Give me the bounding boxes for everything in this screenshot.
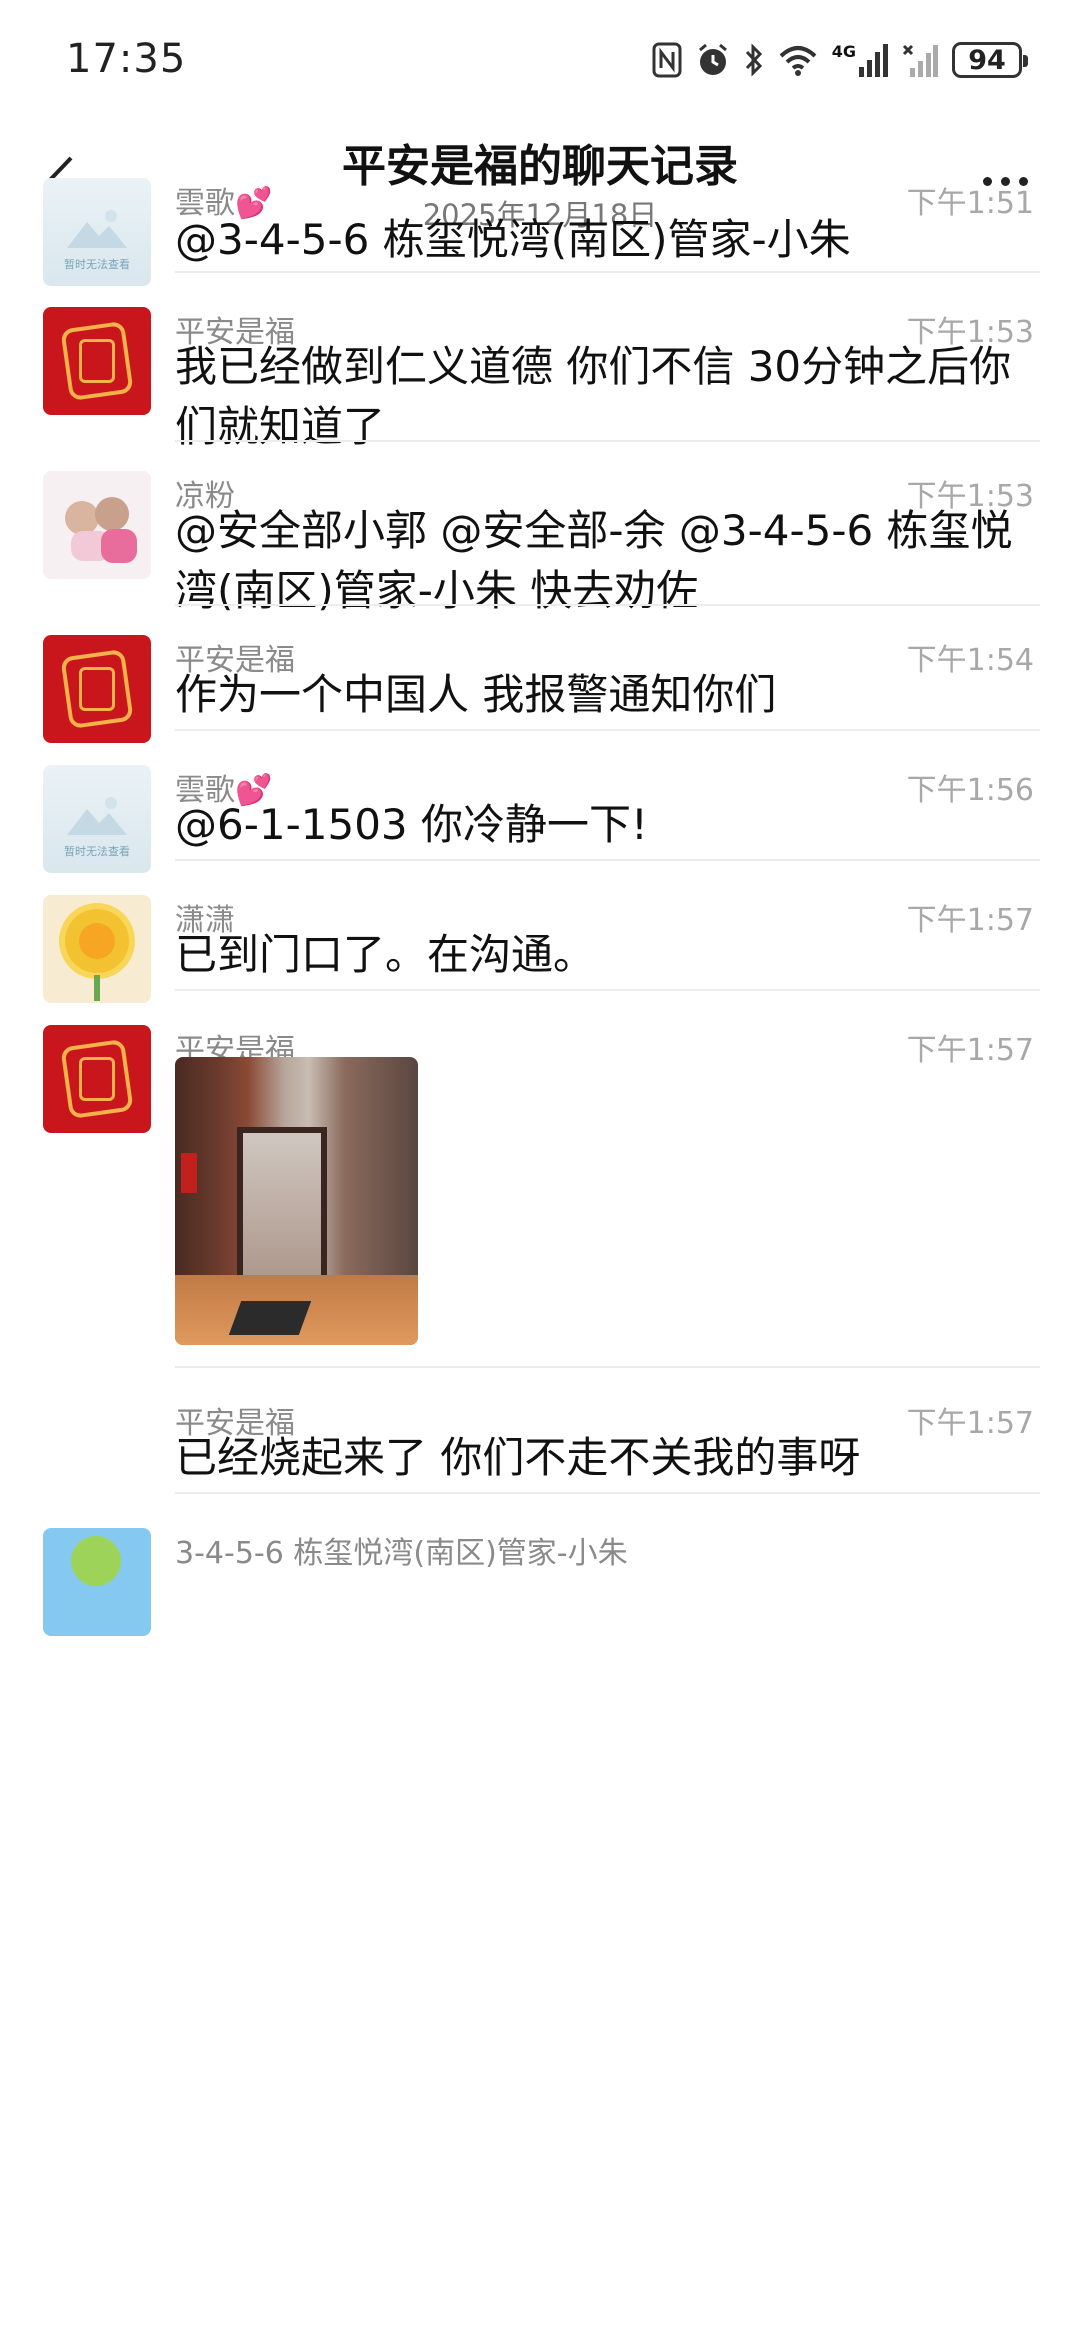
divider <box>175 1366 1040 1368</box>
avatar[interactable] <box>43 1528 151 1636</box>
message-item[interactable]: 平安是福 下午1:53 我已经做到仁义道德 你们不信 30分钟之后你们就知道了 <box>0 307 1080 451</box>
message-time: 下午1:57 <box>906 1033 1034 1068</box>
divider <box>175 989 1040 991</box>
avatar[interactable]: 暂时无法查看 <box>43 765 151 873</box>
status-bar: 17:35 4G 94 <box>0 0 1080 120</box>
message-text: @3-4-5-6 栋玺悦湾(南区)管家-小朱 <box>175 215 851 264</box>
divider <box>175 729 1040 731</box>
message-text: @6-1-1503 你冷静一下! <box>175 800 648 849</box>
image-message[interactable] <box>175 1057 418 1345</box>
divider <box>175 271 1040 273</box>
status-icons: 4G 94 <box>652 40 1028 80</box>
message-text: 已到门口了。在沟通。 <box>175 930 596 979</box>
battery-level: 94 <box>968 44 1006 76</box>
bluetooth-icon <box>744 42 764 78</box>
message-item[interactable]: 潇潇 下午1:57 已到门口了。在沟通。 <box>0 895 1080 1003</box>
avatar[interactable] <box>43 471 151 579</box>
sender-name: 3-4-5-6 栋玺悦湾(南区)管家-小朱 <box>175 1536 628 1571</box>
message-item[interactable]: 平安是福 下午1:57 <box>0 1025 1080 1133</box>
message-text: 作为一个中国人 我报警通知你们 <box>175 670 777 719</box>
message-item[interactable]: 3-4-5-6 栋玺悦湾(南区)管家-小朱 <box>0 1528 1080 1636</box>
battery-icon: 94 <box>952 42 1028 78</box>
divider <box>175 1492 1040 1494</box>
cellular-signal-icon: 4G <box>832 42 888 78</box>
message-text: 已经烧起来了 你们不走不关我的事呀 <box>175 1433 861 1482</box>
no-signal-icon <box>902 42 938 78</box>
avatar[interactable] <box>43 307 151 415</box>
message-text: 我已经做到仁义道德 你们不信 30分钟之后你们就知道了 <box>175 342 1012 451</box>
message-item[interactable]: 平安是福 下午1:54 作为一个中国人 我报警通知你们 <box>0 635 1080 743</box>
divider <box>175 859 1040 861</box>
network-type-label: 4G <box>831 42 856 61</box>
divider <box>175 604 1040 606</box>
avatar[interactable]: 暂时无法查看 <box>43 178 151 286</box>
divider <box>175 440 1040 442</box>
avatar[interactable] <box>43 1025 151 1133</box>
status-time: 17:35 <box>66 36 187 82</box>
message-text: @安全部小郭 @安全部-余 @3-4-5-6 栋玺悦湾(南区)管家-小朱 快去劝… <box>175 506 1013 615</box>
avatar[interactable] <box>43 895 151 1003</box>
message-item[interactable]: 平安是福 下午1:57 已经烧起来了 你们不走不关我的事呀 <box>0 1398 1080 1493</box>
message-item[interactable]: 暂时无法查看 雲歌💕 下午1:56 @6-1-1503 你冷静一下! <box>0 765 1080 873</box>
wifi-icon <box>778 42 818 78</box>
alarm-icon <box>696 42 730 78</box>
message-item[interactable]: 暂时无法查看 雲歌💕 下午1:51 @3-4-5-6 栋玺悦湾(南区)管家-小朱 <box>0 178 1080 286</box>
avatar[interactable] <box>43 635 151 743</box>
nfc-icon <box>652 42 682 78</box>
message-item[interactable]: 凉粉 下午1:53 @安全部小郭 @安全部-余 @3-4-5-6 栋玺悦湾(南区… <box>0 471 1080 615</box>
